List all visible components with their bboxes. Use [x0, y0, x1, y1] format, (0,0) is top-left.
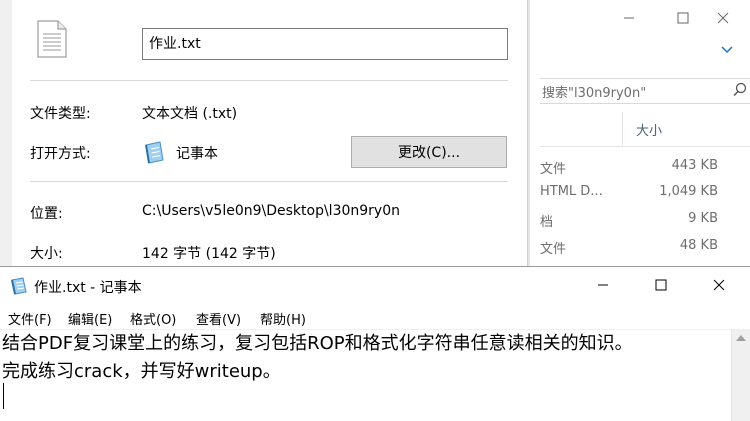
close-icon[interactable]: [690, 267, 748, 303]
notepad-window: 作业.txt - 记事本 文件(F) 编辑(E) 格式(O) 查看(V) 帮助(…: [0, 266, 750, 421]
file-size: 9 KB: [688, 211, 718, 226]
size-label: 大小:: [30, 246, 63, 262]
notepad-title: 作业.txt - 记事本: [34, 280, 142, 296]
file-row[interactable]: HTML D... 1,049 KB: [540, 180, 750, 204]
file-row[interactable]: 文件 443 KB: [540, 154, 750, 178]
text-file-icon: [36, 20, 68, 62]
file-name-field[interactable]: 作业.txt: [142, 28, 508, 60]
menu-edit[interactable]: 编辑(E): [68, 309, 112, 328]
file-properties-dialog: 作业.txt 文件类型: 文本文档 (.txt) 打开方式: 记事本 更改(C)…: [12, 0, 528, 268]
text-caret: [3, 383, 4, 409]
text-line: 结合PDF复习课堂上的练习，复习包括ROP和格式化字符串任意读相关的知识。: [2, 333, 633, 354]
minimize-icon[interactable]: [574, 267, 632, 303]
file-size: 1,049 KB: [659, 184, 718, 199]
menu-help[interactable]: 帮助(H): [260, 309, 306, 328]
menu-bar: 文件(F) 编辑(E) 格式(O) 查看(V) 帮助(H): [0, 305, 750, 329]
file-row[interactable]: 文件 48 KB: [540, 234, 750, 258]
type-value: 文本文档 (.txt): [142, 106, 238, 122]
search-input-text: 搜索"l30n9ry0n": [542, 86, 647, 101]
file-type: 文件: [540, 162, 567, 177]
close-icon[interactable]: [700, 4, 746, 32]
opens-with-value: 记事本: [176, 146, 218, 162]
column-header-size[interactable]: 大小: [636, 120, 662, 139]
change-button[interactable]: 更改(C)...: [351, 136, 507, 168]
file-type: 文件: [540, 242, 567, 257]
notepad-icon: [142, 140, 166, 168]
search-icon[interactable]: [732, 81, 748, 101]
column-divider[interactable]: [622, 112, 623, 146]
file-type: 档: [540, 215, 554, 230]
location-value: C:\Users\v5le0n9\Desktop\l30n9ry0n: [142, 203, 400, 219]
chevron-down-icon[interactable]: [704, 36, 750, 64]
menu-file[interactable]: 文件(F): [8, 309, 52, 328]
file-row[interactable]: 档 9 KB: [540, 207, 750, 231]
minimize-icon[interactable]: [606, 4, 652, 32]
divider: [30, 80, 508, 81]
maximize-icon[interactable]: [632, 267, 690, 303]
divider: [30, 181, 508, 182]
size-value: 142 字节 (142 字节): [142, 246, 276, 262]
file-type: HTML D...: [540, 184, 603, 199]
file-size: 48 KB: [679, 238, 718, 253]
text-editor[interactable]: 结合PDF复习课堂上的练习，复习包括ROP和格式化字符串任意读相关的知识。 完成…: [0, 329, 732, 421]
menu-view[interactable]: 查看(V): [196, 309, 241, 328]
vertical-scrollbar[interactable]: [731, 329, 750, 421]
opens-with-label: 打开方式:: [30, 146, 91, 162]
type-label: 文件类型:: [30, 106, 91, 122]
dialog-frame: [0, 0, 12, 268]
notepad-titlebar[interactable]: 作业.txt - 记事本: [0, 267, 750, 303]
location-label: 位置:: [30, 206, 63, 222]
scroll-up-icon[interactable]: [736, 335, 746, 341]
notepad-icon: [10, 277, 28, 299]
file-size: 443 KB: [671, 158, 718, 173]
search-input[interactable]: 搜索"l30n9ry0n": [540, 78, 750, 104]
text-line: 完成练习crack，并写好writeup。: [2, 361, 281, 382]
menu-format[interactable]: 格式(O): [130, 309, 176, 328]
